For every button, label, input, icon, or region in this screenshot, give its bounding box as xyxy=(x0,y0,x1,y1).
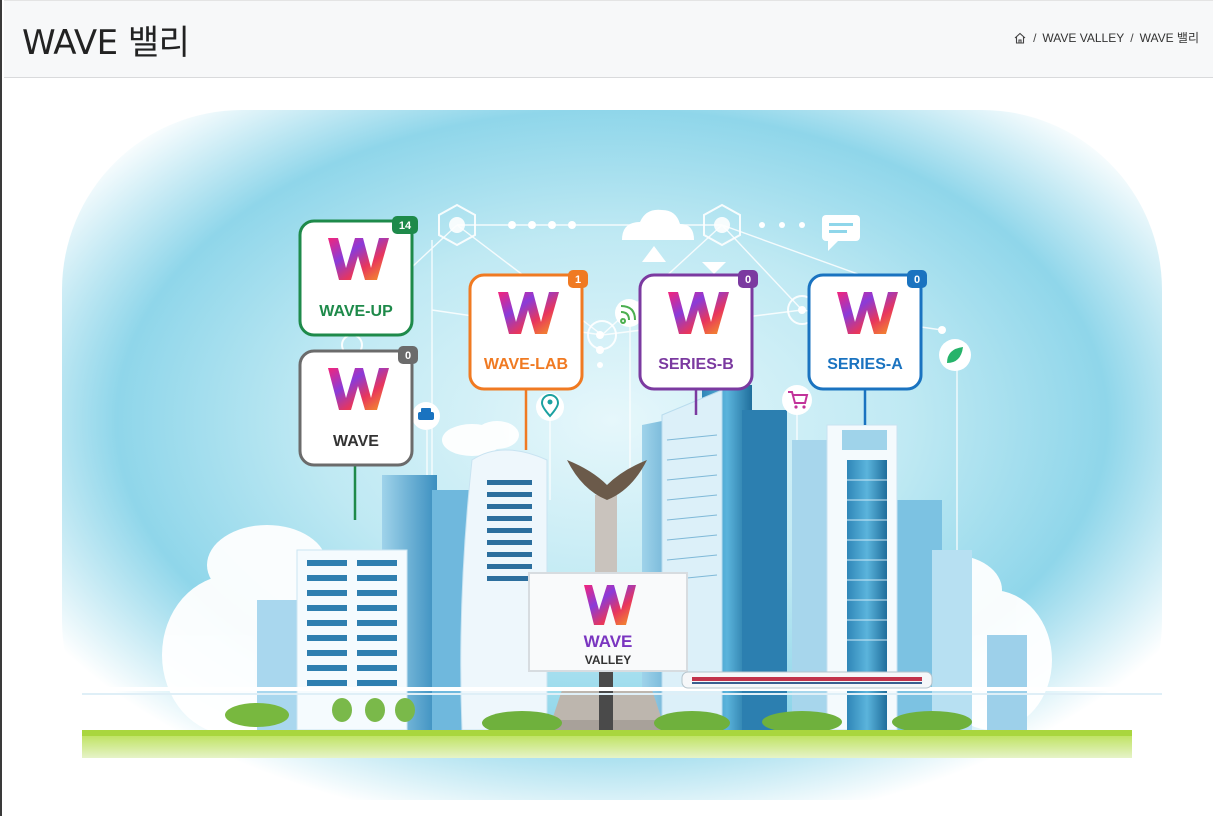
count-badge-value: 1 xyxy=(575,274,581,286)
breadcrumb-separator: / xyxy=(1033,30,1037,45)
billboard-valley-text: VALLEY xyxy=(585,653,631,667)
wave-valley-illustration: WAVE VALLEY WAVE-UP 14 WAVE 0 WAVE-LAB 1… xyxy=(62,110,1162,800)
node-label: SERIES-B xyxy=(658,356,734,373)
node-series-b[interactable]: SERIES-B 0 xyxy=(638,270,758,391)
node-wave[interactable]: WAVE 0 xyxy=(298,346,418,467)
page-title: WAVE 밸리 xyxy=(22,23,190,63)
home-icon[interactable] xyxy=(1013,31,1027,45)
page-frame: WAVE 밸리 / WAVE VALLEY / WAVE 밸리 WAVE VAL… xyxy=(0,0,1213,816)
count-badge-value: 0 xyxy=(405,350,411,362)
location-pin-icon xyxy=(536,393,564,421)
breadcrumb-wave-valley[interactable]: WAVE VALLEY xyxy=(1042,31,1124,45)
breadcrumb: / WAVE VALLEY / WAVE 밸리 xyxy=(1013,29,1199,46)
breadcrumb-separator: / xyxy=(1130,30,1134,45)
cart-icon xyxy=(782,385,812,415)
node-label: WAVE-UP xyxy=(319,303,393,320)
node-label: WAVE-LAB xyxy=(484,356,568,373)
node-series-a[interactable]: SERIES-A 0 xyxy=(807,270,927,391)
ground-edge xyxy=(82,730,1132,736)
node-label: SERIES-A xyxy=(827,356,903,373)
count-badge-value: 0 xyxy=(745,274,751,286)
node-wave-up[interactable]: WAVE-UP 14 xyxy=(298,216,418,337)
breadcrumb-current: WAVE 밸리 xyxy=(1139,31,1199,45)
taxi-icon xyxy=(412,402,440,430)
leaf-icon xyxy=(939,339,971,371)
count-badge-value: 0 xyxy=(914,274,920,286)
count-badge-value: 14 xyxy=(399,220,412,232)
node-label: WAVE xyxy=(333,433,379,450)
node-wave-lab[interactable]: WAVE-LAB 1 xyxy=(468,270,588,391)
page-header: WAVE 밸리 / WAVE VALLEY / WAVE 밸리 xyxy=(4,0,1213,78)
billboard-wave-text: WAVE xyxy=(584,632,633,651)
